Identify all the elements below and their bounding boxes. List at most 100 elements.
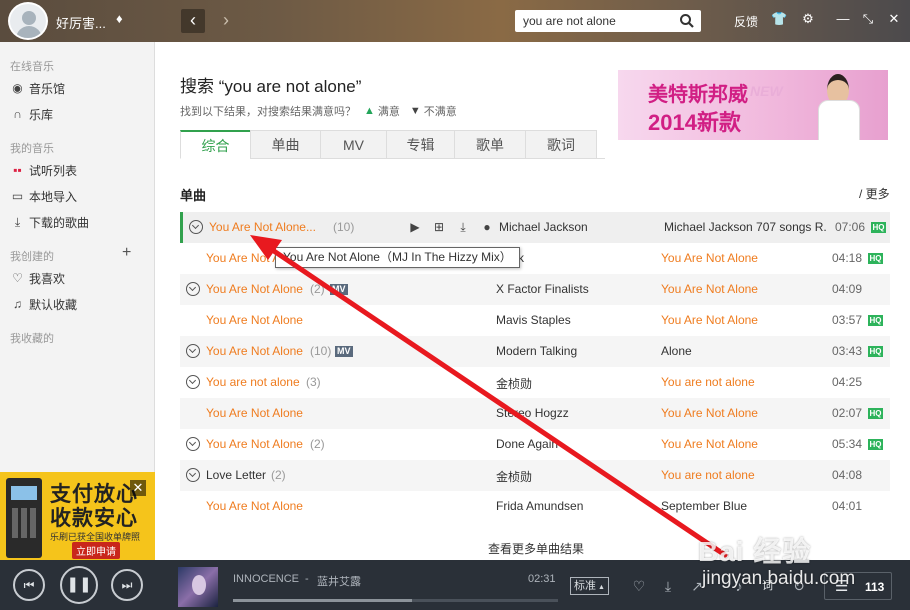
tab-albums[interactable]: 专辑 xyxy=(386,130,455,159)
mv-badge[interactable]: MV xyxy=(330,284,348,295)
song-title[interactable]: You Are Not Alone... xyxy=(209,220,316,234)
artist-name[interactable]: 金桢勋 xyxy=(496,375,532,392)
avatar[interactable] xyxy=(8,2,48,40)
table-row[interactable]: You Are Not Alone (10) MV Modern Talking… xyxy=(180,336,890,367)
expand-versions-icon[interactable] xyxy=(186,468,200,482)
album-name[interactable]: You are not alone xyxy=(661,468,755,482)
add-to-list-icon[interactable]: ⊞ xyxy=(432,220,446,234)
more-options-icon[interactable]: ● xyxy=(480,220,494,234)
more-link[interactable]: / 更多 xyxy=(859,185,890,202)
forward-button[interactable]: › xyxy=(214,9,238,33)
mv-badge[interactable]: MV xyxy=(335,346,353,357)
expand-versions-icon[interactable] xyxy=(186,282,200,296)
satisfied-link[interactable]: 满意 xyxy=(378,103,400,119)
sidebar-item-default-collection[interactable]: ♫ 默认收藏 xyxy=(10,294,150,314)
sidebar-item-local-import[interactable]: ▭ 本地导入 xyxy=(10,186,150,206)
artist-name[interactable]: Stereo Hogzz xyxy=(496,406,569,420)
thumbs-down-icon[interactable]: ▼ xyxy=(410,105,421,117)
album-name[interactable]: You Are Not Alone xyxy=(661,251,758,265)
download-icon[interactable]: ⤓ xyxy=(456,220,470,234)
album-name[interactable]: You are not alone xyxy=(661,375,755,389)
album-name[interactable]: You Are Not Alone xyxy=(661,437,758,451)
album-name[interactable]: Michael Jackson 707 songs R. xyxy=(664,220,827,234)
pause-button[interactable]: ❚❚ xyxy=(60,566,98,604)
artist-name[interactable]: Modern Talking xyxy=(496,344,577,358)
play-icon[interactable]: ▶ xyxy=(408,220,422,234)
download-icon[interactable]: ⤓ xyxy=(659,577,677,595)
song-title[interactable]: You Are Not Alone xyxy=(206,313,303,327)
album-cover[interactable] xyxy=(178,567,218,607)
volume-icon[interactable]: ♪ xyxy=(730,577,748,595)
artist-name[interactable]: Frida Amundsen xyxy=(496,499,583,513)
search-input[interactable] xyxy=(515,10,675,32)
settings-gear-icon[interactable]: ⚙ xyxy=(800,11,816,27)
artist-name[interactable]: 金桢勋 xyxy=(496,468,532,485)
skin-tshirt-icon[interactable]: 👕 xyxy=(771,11,787,27)
lyrics-button[interactable]: 词 xyxy=(762,577,776,593)
username[interactable]: 好厉害... xyxy=(56,13,106,32)
ad-banner[interactable]: 美特斯邦威 NEW 2014新款 xyxy=(618,70,888,140)
sidebar-item-favorites[interactable]: ♡ 我喜欢 xyxy=(10,268,150,288)
expand-versions-icon[interactable] xyxy=(186,437,200,451)
album-name[interactable]: You Are Not Alone xyxy=(661,313,758,327)
like-heart-icon[interactable]: ♡ xyxy=(630,577,648,595)
song-title[interactable]: You Are Not Alone xyxy=(206,344,303,358)
tab-songs[interactable]: 单曲 xyxy=(250,130,321,159)
ad-close-icon[interactable]: ✕ xyxy=(130,480,146,496)
add-playlist-icon[interactable]: + xyxy=(122,244,131,262)
sidebar-ad[interactable]: 支付放心 收款安心 乐刷已获全国收单牌照 立即申请 ✕ xyxy=(0,472,155,560)
artist-name[interactable]: Done Again xyxy=(496,437,558,451)
table-row[interactable]: You Are Not Alone Frida Amundsen Septemb… xyxy=(180,491,890,522)
unsatisfied-link[interactable]: 不满意 xyxy=(424,103,457,119)
next-track-button[interactable]: ⏭ xyxy=(111,569,143,601)
back-button[interactable]: ‹ xyxy=(181,9,205,33)
previous-track-button[interactable]: ⏮ xyxy=(13,569,45,601)
minimize-icon[interactable]: — xyxy=(835,11,851,26)
table-row[interactable]: You Are Not Alone Mavis Staples You Are … xyxy=(180,305,890,336)
album-name[interactable]: You Are Not Alone xyxy=(661,282,758,296)
expand-versions-icon[interactable] xyxy=(189,220,203,234)
tab-lyrics[interactable]: 歌词 xyxy=(525,130,597,159)
thumbs-up-icon[interactable]: ▲ xyxy=(364,105,375,117)
progress-bar[interactable] xyxy=(233,599,558,602)
mini-mode-icon[interactable]: ⤡ xyxy=(860,11,876,27)
album-name[interactable]: September Blue xyxy=(661,499,747,513)
tab-overview[interactable]: 综合 xyxy=(180,130,251,159)
ad-apply-button[interactable]: 立即申请 xyxy=(72,542,120,559)
play-mode-icon[interactable]: ↻ xyxy=(790,577,808,595)
album-name[interactable]: Alone xyxy=(661,344,692,358)
share-icon[interactable]: ↗ xyxy=(688,577,706,595)
now-playing-title[interactable]: INNOCENCE xyxy=(233,573,299,585)
table-row[interactable]: You Are Not Alone... (10) ▶ ⊞ ⤓ ● Michae… xyxy=(180,212,890,243)
table-row[interactable]: Love Letter (2) 金桢勋 You are not alone 04… xyxy=(180,460,890,491)
table-row[interactable]: You Are Not Alone (2) MV X Factor Finali… xyxy=(180,274,890,305)
see-more-songs-link[interactable]: 查看更多单曲结果 xyxy=(488,540,584,557)
sidebar-item-music-hall[interactable]: ◉ 音乐馆 xyxy=(10,78,150,98)
tab-mv[interactable]: MV xyxy=(320,130,387,159)
song-title[interactable]: You Are Not Alone xyxy=(206,406,303,420)
artist-name[interactable]: Michael Jackson xyxy=(499,220,588,234)
vip-diamond-icon[interactable]: ♦ xyxy=(116,11,123,26)
now-playing-artist[interactable]: 蓝井艾露 xyxy=(317,573,361,589)
quality-selector[interactable]: 标准 ▲ xyxy=(570,577,609,595)
table-row[interactable]: You are not alone (3) 金桢勋 You are not al… xyxy=(180,367,890,398)
artist-name[interactable]: X Factor Finalists xyxy=(496,282,589,296)
tab-playlists[interactable]: 歌单 xyxy=(454,130,526,159)
song-title[interactable]: You Are Not Alone xyxy=(206,499,303,513)
song-title[interactable]: You are not alone xyxy=(206,375,300,389)
table-row[interactable]: You Are Not Alone Stereo Hogzz You Are N… xyxy=(180,398,890,429)
search-icon[interactable] xyxy=(679,13,695,29)
album-name[interactable]: You Are Not Alone xyxy=(661,406,758,420)
song-title[interactable]: Love Letter xyxy=(206,468,266,482)
expand-versions-icon[interactable] xyxy=(186,344,200,358)
expand-versions-icon[interactable] xyxy=(186,375,200,389)
sidebar-item-library[interactable]: ∩ 乐库 xyxy=(10,104,150,124)
close-icon[interactable]: ✕ xyxy=(886,11,902,27)
artist-name[interactable]: Mavis Staples xyxy=(496,313,571,327)
table-row[interactable]: You Are Not Alone (2) Done Again You Are… xyxy=(180,429,890,460)
song-title[interactable]: You Are Not Alone xyxy=(206,282,303,296)
playlist-button[interactable]: ☰ 113 xyxy=(824,572,892,600)
sidebar-item-downloaded[interactable]: ⤓ 下载的歌曲 xyxy=(10,212,150,232)
sidebar-item-trial-list[interactable]: ▪▪ 试听列表 xyxy=(10,160,150,180)
feedback-link[interactable]: 反馈 xyxy=(734,13,758,30)
